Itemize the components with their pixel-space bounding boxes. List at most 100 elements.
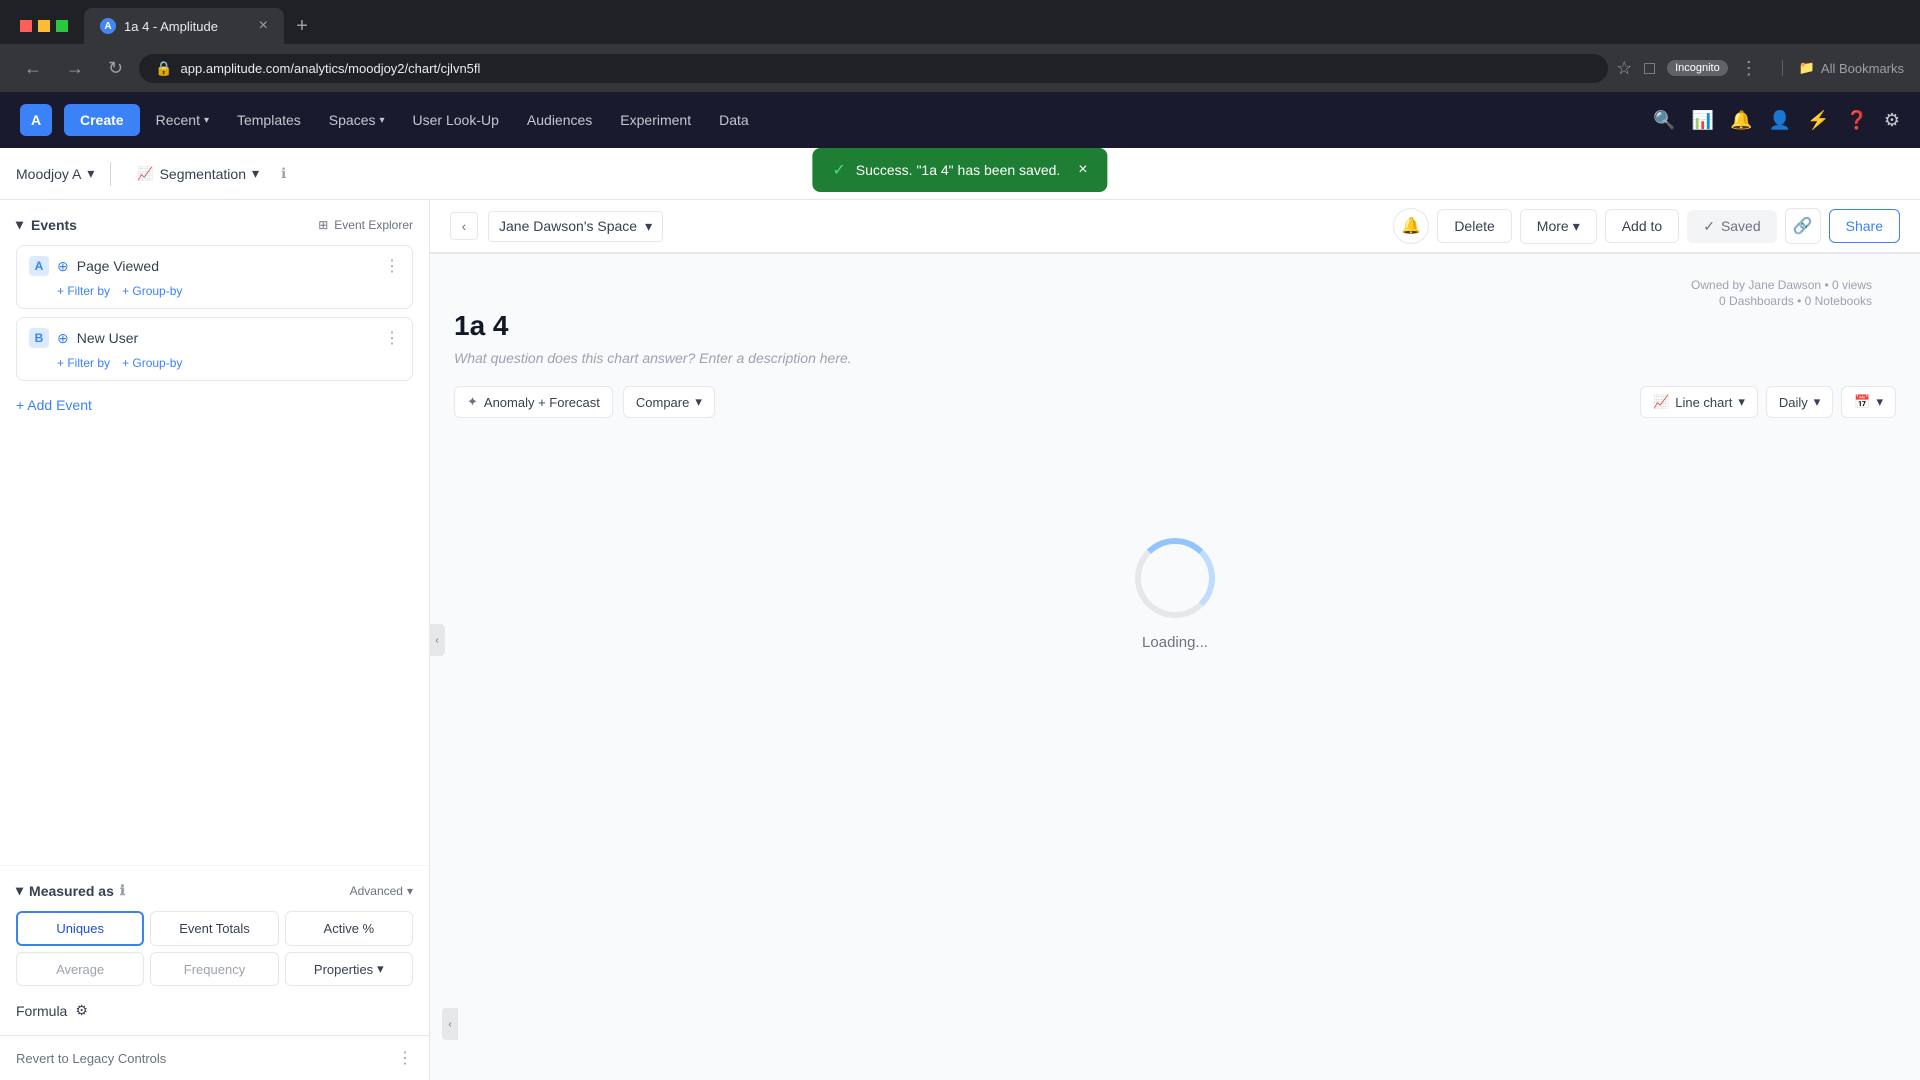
bottom-toggle-button[interactable]: ‹ xyxy=(442,1008,458,1040)
chart-icon[interactable]: 📊 xyxy=(1692,110,1714,131)
event-b-filter-button[interactable]: + Filter by xyxy=(57,356,110,370)
bookmarks-folder-icon: 📁 xyxy=(1799,60,1815,76)
event-a-icon: ⊕ xyxy=(57,258,69,275)
left-panel-bottom-bar: Revert to Legacy Controls ⋮ xyxy=(0,1035,429,1080)
success-check-icon: ✓ xyxy=(832,160,845,180)
add-to-button[interactable]: Add to xyxy=(1605,209,1679,243)
main-layout: ‹ ▾ Events ⊞ Event Explorer A xyxy=(0,200,1920,1080)
nav-item-data[interactable]: Data xyxy=(707,104,761,136)
event-b-menu-icon[interactable]: ⋮ xyxy=(384,328,400,348)
compare-button[interactable]: Compare ▾ xyxy=(623,386,715,418)
event-row-a: A ⊕ Page Viewed ⋮ + Filter by + Group-by xyxy=(16,245,413,309)
ownership-line2: 0 Dashboards • 0 Notebooks xyxy=(478,294,1872,308)
notification-bell-icon[interactable]: 🔔 xyxy=(1730,110,1752,131)
nav-item-templates[interactable]: Templates xyxy=(225,104,313,136)
user-icon[interactable]: 👤 xyxy=(1769,110,1791,131)
bookmarks-label[interactable]: All Bookmarks xyxy=(1821,61,1904,76)
event-explorer-button[interactable]: ⊞ Event Explorer xyxy=(318,218,413,232)
chart-description[interactable]: What question does this chart answer? En… xyxy=(454,350,1896,366)
event-b-groupby-button[interactable]: + Group-by xyxy=(122,356,182,370)
browser-nav-bar: ← → ↻ 🔒 app.amplitude.com/analytics/mood… xyxy=(0,44,1920,92)
event-b-name: New User xyxy=(77,330,376,346)
create-button[interactable]: Create xyxy=(64,104,140,136)
menu-dots-icon[interactable]: ⋮ xyxy=(1740,58,1758,79)
events-section-header: ▾ Events ⊞ Event Explorer xyxy=(16,216,413,233)
lock-icon: 🔒 xyxy=(155,60,172,77)
nav-right-icons: ☆ □ Incognito ⋮ xyxy=(1616,58,1758,79)
new-tab-button[interactable]: + xyxy=(288,12,316,40)
maximize-button[interactable] xyxy=(38,20,50,32)
chart-toolbar: ✦ Anomaly + Forecast Compare ▾ 📈 Line ch… xyxy=(454,386,1896,418)
close-window-button[interactable] xyxy=(56,20,68,32)
nav-item-experiment[interactable]: Experiment xyxy=(608,104,703,136)
browser-chrome: A 1a 4 - Amplitude × + ← → ↻ 🔒 app.ampli… xyxy=(0,0,1920,92)
event-a-groupby-button[interactable]: + Group-by xyxy=(122,284,182,298)
advanced-label: Advanced xyxy=(350,884,403,898)
refresh-button[interactable]: ↻ xyxy=(100,54,131,83)
calendar-button[interactable]: 📅 ▾ xyxy=(1841,386,1896,418)
formula-label: Formula xyxy=(16,1003,67,1019)
nav-item-recent[interactable]: Recent ▾ xyxy=(144,104,221,136)
alert-bell-button[interactable]: 🔔 xyxy=(1393,208,1429,244)
back-button[interactable]: ← xyxy=(16,54,50,83)
workspace-selector[interactable]: Moodjoy A ▾ xyxy=(16,165,94,182)
daily-button[interactable]: Daily ▾ xyxy=(1766,386,1833,418)
anomaly-forecast-button[interactable]: ✦ Anomaly + Forecast xyxy=(454,386,613,418)
segmentation-info-icon[interactable]: ℹ xyxy=(281,165,286,182)
tab-close-button[interactable]: × xyxy=(259,17,268,35)
nav-item-audiences[interactable]: Audiences xyxy=(515,104,604,136)
segmentation-selector[interactable]: 📈 Segmentation ▾ xyxy=(127,159,269,188)
event-a-sub-actions: + Filter by + Group-by xyxy=(29,284,400,298)
line-chart-button[interactable]: 📈 Line chart ▾ xyxy=(1640,386,1758,418)
spaces-chevron-icon: ▾ xyxy=(380,115,385,126)
event-explorer-label: Event Explorer xyxy=(334,218,413,232)
back-arrow-button[interactable]: ‹ xyxy=(450,212,478,240)
events-chevron-icon: ▾ xyxy=(16,216,23,233)
event-a-filter-button[interactable]: + Filter by xyxy=(57,284,110,298)
search-icon[interactable]: 🔍 xyxy=(1653,110,1675,131)
calendar-icon: 📅 xyxy=(1854,394,1870,410)
metric-uniques-button[interactable]: Uniques xyxy=(16,911,144,946)
active-tab[interactable]: A 1a 4 - Amplitude × xyxy=(84,8,284,44)
lightning-icon[interactable]: ⚡ xyxy=(1807,110,1829,131)
event-b-label: B xyxy=(29,328,49,348)
ownership-line1: Owned by Jane Dawson • 0 views xyxy=(478,278,1872,292)
metric-active-percent-button[interactable]: Active % xyxy=(285,911,413,946)
app-nav-right-icons: 🔍 📊 🔔 👤 ⚡ ❓ ⚙ xyxy=(1653,110,1900,131)
bookmark-star-icon[interactable]: ☆ xyxy=(1616,58,1632,79)
nav-item-spaces[interactable]: Spaces ▾ xyxy=(317,104,397,136)
success-banner: ✓ Success. "1a 4" has been saved. × xyxy=(812,148,1107,192)
copy-link-button[interactable]: 🔗 xyxy=(1785,208,1821,244)
more-button[interactable]: More ▾ xyxy=(1520,209,1597,244)
space-selector[interactable]: Jane Dawson's Space ▾ xyxy=(488,211,663,242)
share-button[interactable]: Share xyxy=(1829,209,1900,243)
space-actions: 🔔 Delete More ▾ Add to ✓ Saved 🔗 Share xyxy=(1393,208,1900,244)
metric-frequency-button[interactable]: Frequency xyxy=(150,952,278,986)
minimize-button[interactable] xyxy=(20,20,32,32)
anomaly-icon: ✦ xyxy=(467,394,478,410)
panel-collapse-button[interactable]: ‹ xyxy=(429,624,445,656)
settings-icon[interactable]: ⚙ xyxy=(1884,110,1900,131)
revert-to-legacy-button[interactable]: Revert to Legacy Controls xyxy=(16,1051,166,1066)
bottom-menu-icon[interactable]: ⋮ xyxy=(397,1048,413,1068)
metric-event-totals-button[interactable]: Event Totals xyxy=(150,911,278,946)
metric-properties-button[interactable]: Properties ▾ xyxy=(285,952,413,986)
properties-chevron-icon: ▾ xyxy=(377,961,384,977)
forward-button[interactable]: → xyxy=(58,54,92,83)
address-bar[interactable]: 🔒 app.amplitude.com/analytics/moodjoy2/c… xyxy=(139,54,1608,83)
add-event-button[interactable]: + Add Event xyxy=(16,389,413,421)
amplitude-logo: A xyxy=(20,104,52,136)
formula-row[interactable]: Formula ⚙ xyxy=(16,1002,413,1019)
delete-button[interactable]: Delete xyxy=(1437,209,1511,243)
events-section-title[interactable]: ▾ Events xyxy=(16,216,77,233)
success-close-button[interactable]: × xyxy=(1078,161,1087,179)
advanced-button[interactable]: Advanced ▾ xyxy=(350,884,413,898)
nav-item-userlookup[interactable]: User Look-Up xyxy=(401,104,511,136)
event-a-menu-icon[interactable]: ⋮ xyxy=(384,256,400,276)
profile-icon[interactable]: □ xyxy=(1644,58,1655,79)
metric-average-button[interactable]: Average xyxy=(16,952,144,986)
help-icon[interactable]: ❓ xyxy=(1845,110,1867,131)
saved-button[interactable]: ✓ Saved xyxy=(1687,210,1776,243)
bottom-panel-toggle: ‹ xyxy=(442,1008,458,1040)
measured-info-icon[interactable]: ℹ xyxy=(120,882,125,899)
